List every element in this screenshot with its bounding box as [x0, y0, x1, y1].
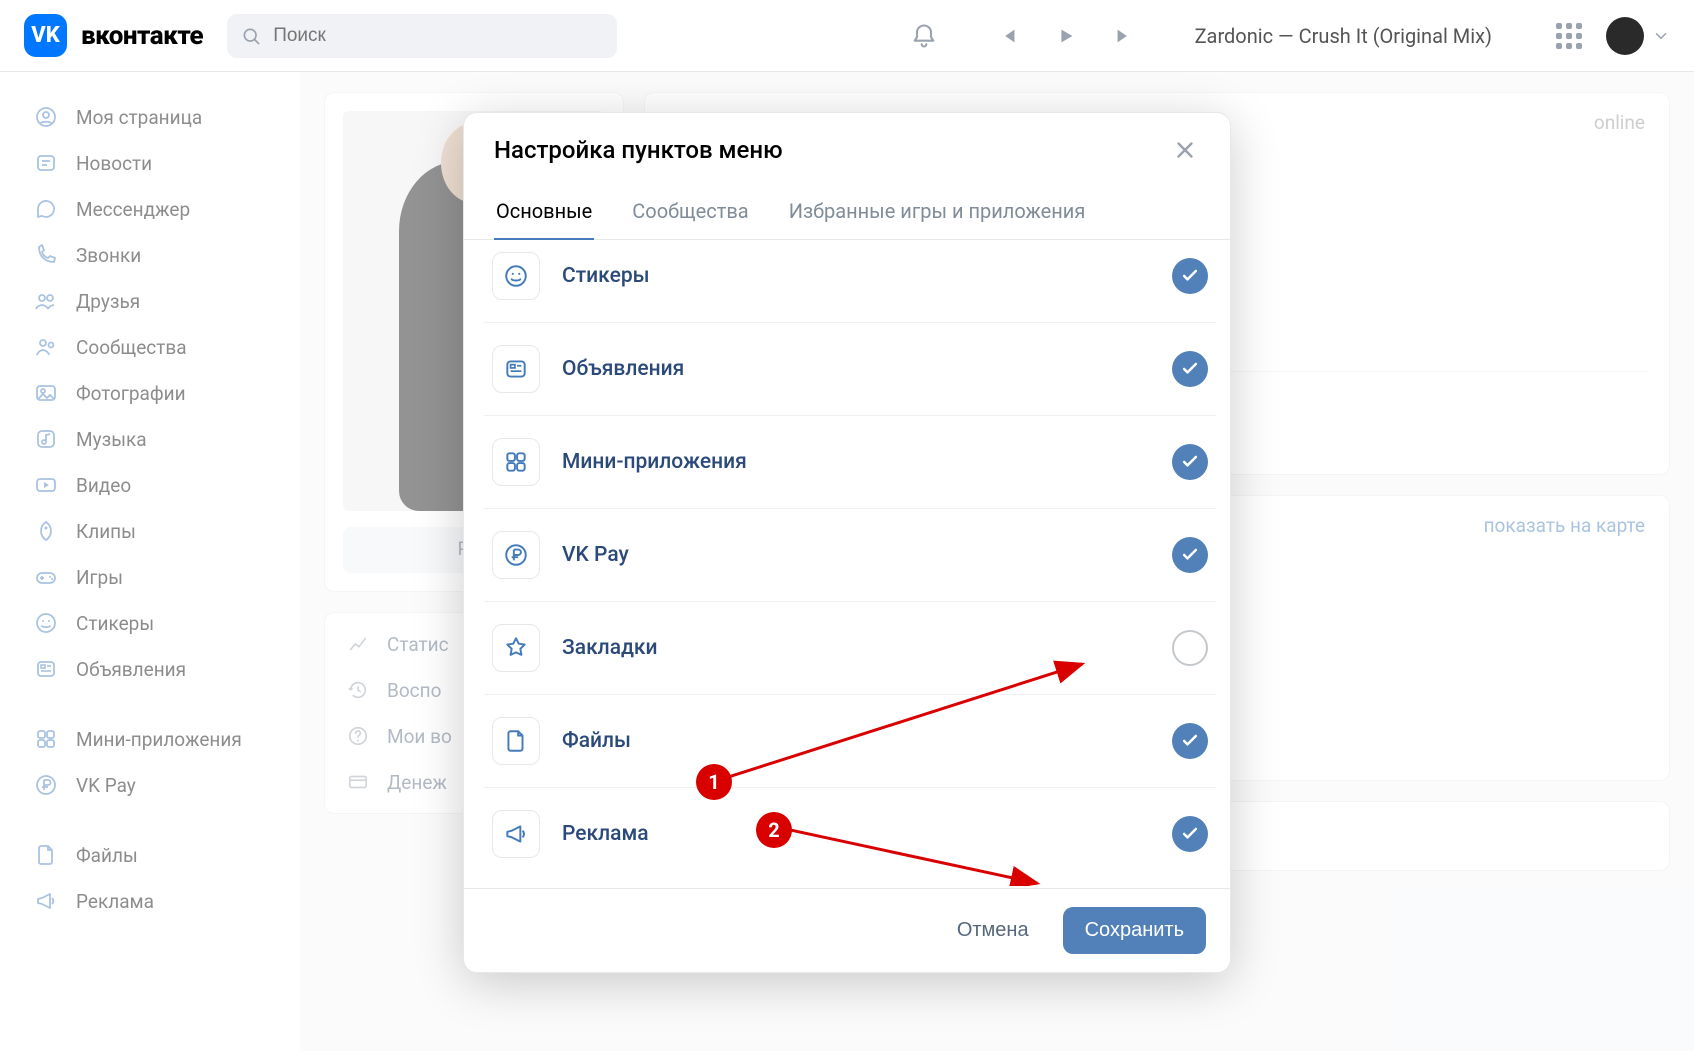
menu-item-label: Объявления: [562, 357, 1150, 381]
toggle-off[interactable]: [1172, 630, 1208, 666]
bookmark-icon: [492, 624, 540, 672]
toggle-on[interactable]: [1172, 537, 1208, 573]
menu-settings-modal: Настройка пунктов меню Основные Сообществ…: [463, 112, 1231, 973]
ruble-icon: [492, 531, 540, 579]
modal-tab[interactable]: Избранные игры и приложения: [787, 187, 1088, 239]
modal-overlay: Настройка пунктов меню Основные Сообществ…: [0, 0, 1694, 1051]
modal-tab[interactable]: Основные: [494, 187, 594, 239]
menu-item-row: Мини-приложения: [484, 415, 1216, 508]
file-icon: [492, 717, 540, 765]
modal-title: Настройка пунктов меню: [494, 136, 783, 164]
menu-item-label: Файлы: [562, 729, 1150, 753]
menu-item-label: Закладки: [562, 636, 1150, 660]
menu-item-label: Стикеры: [562, 264, 1150, 288]
menu-item-row: Закладки: [484, 601, 1216, 694]
menu-item-row: Реклама: [484, 787, 1216, 880]
menu-item-label: Мини-приложения: [562, 450, 1150, 474]
menu-item-row: Файлы: [484, 694, 1216, 787]
menu-item-label: VK Pay: [562, 543, 1150, 567]
toggle-on[interactable]: [1172, 258, 1208, 294]
menu-item-row: Объявления: [484, 322, 1216, 415]
cancel-button[interactable]: Отмена: [935, 907, 1051, 954]
menu-item-label: Реклама: [562, 822, 1150, 846]
save-button[interactable]: Сохранить: [1063, 907, 1206, 954]
megaphone-icon: [492, 810, 540, 858]
toggle-on[interactable]: [1172, 351, 1208, 387]
modal-tabs: Основные Сообщества Избранные игры и прило…: [464, 187, 1230, 240]
ads-board-icon: [492, 345, 540, 393]
toggle-on[interactable]: [1172, 816, 1208, 852]
apps-icon: [492, 438, 540, 486]
modal-tab[interactable]: Сообщества: [630, 187, 750, 239]
close-icon[interactable]: [1170, 135, 1200, 165]
toggle-on[interactable]: [1172, 444, 1208, 480]
menu-item-row: Стикеры: [484, 240, 1216, 322]
stickers-icon: [492, 252, 540, 300]
toggle-on[interactable]: [1172, 723, 1208, 759]
menu-item-row: VK Pay: [484, 508, 1216, 601]
